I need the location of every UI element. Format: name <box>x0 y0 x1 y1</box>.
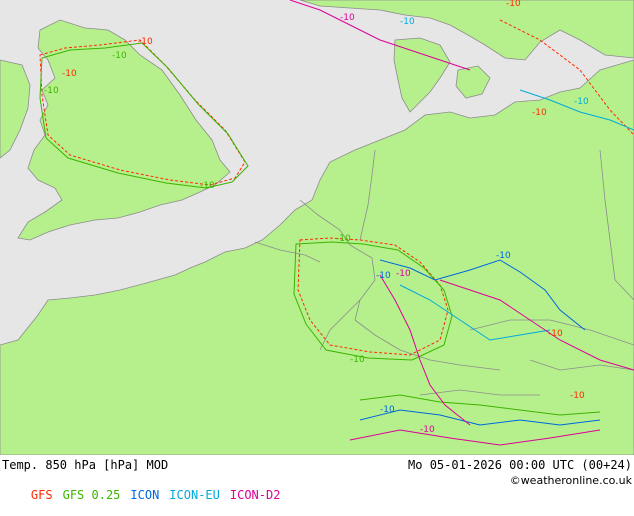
model-legend: GFS GFS 0.25 ICON ICON-EU ICON-D2 <box>2 474 290 516</box>
contour-label: -10 <box>574 97 589 107</box>
map-title: Temp. 850 hPa [hPa] MOD <box>2 458 169 472</box>
contour-label: -10 <box>548 329 563 339</box>
legend-gfs025: GFS 0.25 <box>62 488 121 502</box>
credit-link[interactable]: ©weatheronline.co.uk <box>510 474 632 488</box>
contour-label: -10 <box>496 251 511 261</box>
contour-label: -10 <box>420 425 435 435</box>
contour-label: -10 <box>570 391 585 401</box>
contour-label: -10 <box>336 234 351 244</box>
contour-label: -10 <box>138 37 153 47</box>
contour-label: -10 <box>380 405 395 415</box>
contour-label: -10 <box>376 271 391 281</box>
valid-time: Mo 05-01-2026 00:00 UTC (00+24) <box>408 458 632 472</box>
legend-gfs: GFS <box>30 488 53 502</box>
contour-label: -10 <box>62 69 77 79</box>
legend-icon-eu: ICON-EU <box>169 488 220 502</box>
footer-bar: Temp. 850 hPa [hPa] MOD Mo 05-01-2026 00… <box>0 455 634 502</box>
contour-label: -10 <box>400 17 415 27</box>
map-area: -10 -10 -10 -10 -10 -10 -10 -10 -10 -10 … <box>0 0 634 455</box>
contour-label: -10 <box>44 86 59 96</box>
contour-label: -10 <box>340 13 355 23</box>
weather-map: -10 -10 -10 -10 -10 -10 -10 -10 -10 -10 … <box>0 0 634 455</box>
contour-label: -10 <box>112 51 127 61</box>
contour-label: -10 <box>532 108 547 118</box>
contour-label: -10 <box>396 269 411 279</box>
contour-label: -10 <box>350 355 365 365</box>
legend-icon-d2: ICON-D2 <box>229 488 281 502</box>
contour-label: -10 <box>200 181 215 191</box>
legend-icon: ICON <box>130 488 160 502</box>
contour-label: -10 <box>506 0 521 9</box>
